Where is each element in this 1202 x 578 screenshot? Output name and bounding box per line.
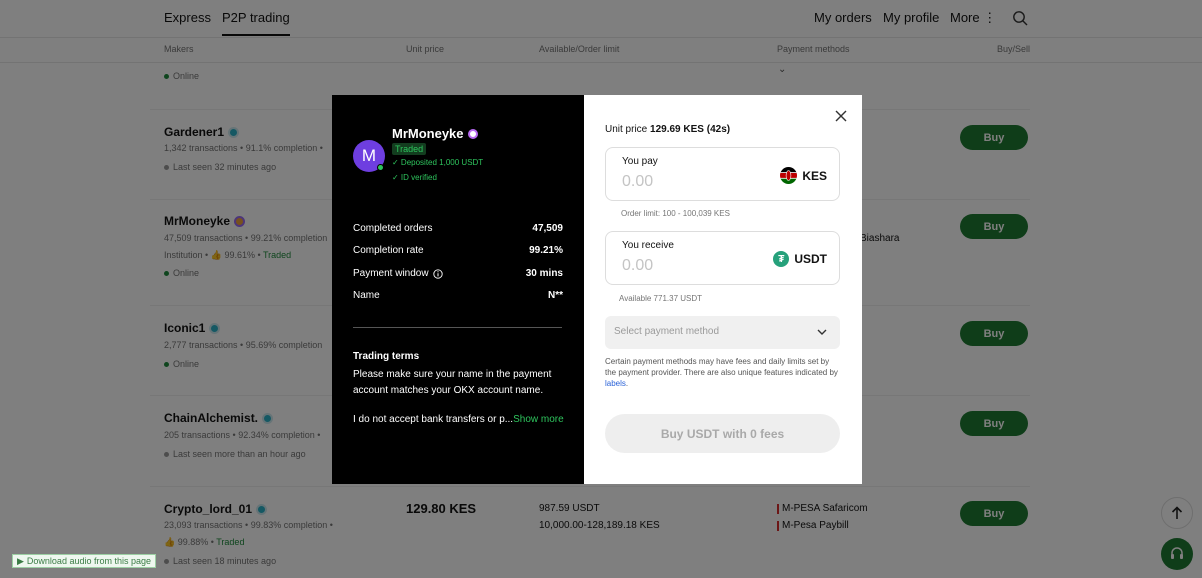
stat-label-text: Payment window [353, 268, 429, 279]
deposited-label: ✓ Deposited 1,000 USDT [392, 158, 484, 167]
payment-method-select[interactable]: Select payment method [605, 316, 840, 349]
receive-currency-code: USDT [794, 252, 827, 266]
stat-label: Completed orders [353, 223, 433, 234]
buy-usdt-button[interactable]: Buy USDT with 0 fees [605, 414, 840, 453]
note-end: . [625, 379, 629, 388]
id-verified-label: ✓ ID verified [392, 173, 437, 182]
you-pay-field[interactable]: You pay 0.00 KES [605, 147, 840, 201]
you-receive-input[interactable]: 0.00 [622, 257, 653, 275]
tether-icon: ₮ [773, 251, 790, 267]
terms-truncated-text: I do not accept bank transfers or p... [353, 414, 514, 425]
unit-price-label: Unit price [605, 124, 648, 135]
trading-terms-body: Please make sure your name in the paymen… [353, 369, 552, 396]
you-pay-input[interactable]: 0.00 [622, 173, 653, 191]
unit-price-value: 129.69 KES (42s) [650, 124, 731, 135]
you-receive-field[interactable]: You receive 0.00 ₮ USDT [605, 231, 840, 285]
available-balance-hint: Available 771.37 USDT [619, 294, 703, 303]
note-text: Certain payment methods may have fees an… [605, 357, 838, 377]
you-pay-label: You pay [622, 156, 658, 167]
traded-tag: Traded [392, 143, 427, 155]
stat-value: 99.21% [529, 245, 563, 256]
stat-value: N** [547, 290, 563, 301]
online-dot [377, 164, 384, 171]
stat-label: Completion rate [353, 245, 424, 256]
trading-terms-extra: I do not accept bank transfers or p...Sh… [353, 414, 564, 425]
you-receive-label: You receive [622, 240, 674, 251]
receive-currency: ₮ USDT [773, 251, 827, 267]
order-limit-hint: Order limit: 100 - 100,039 KES [621, 209, 730, 218]
stat-label: Name [353, 290, 380, 301]
download-audio-label: Download audio from this page [26, 556, 151, 566]
divider [353, 327, 562, 328]
maker-name: MrMoneyke [392, 126, 478, 141]
chevron-down-icon [817, 329, 827, 335]
download-audio-bar[interactable]: ▶ Download audio from this page [12, 554, 156, 568]
play-icon: ▶ [17, 555, 24, 566]
show-more-link[interactable]: Show more [513, 414, 564, 425]
stat-label-payment-window: Payment window [353, 268, 443, 279]
maker-info-panel: M MrMoneyke Traded ✓ Deposited 1,000 USD… [332, 95, 584, 484]
kenya-flag-icon [780, 167, 798, 184]
labels-link[interactable]: labels [605, 379, 626, 388]
trading-terms-title: Trading terms [353, 351, 420, 362]
info-icon[interactable] [432, 268, 443, 279]
buy-modal: M MrMoneyke Traded ✓ Deposited 1,000 USD… [332, 95, 862, 484]
close-icon[interactable] [834, 109, 848, 123]
pay-currency-code: KES [802, 168, 827, 183]
payment-note: Certain payment methods may have fees an… [605, 356, 840, 389]
select-placeholder: Select payment method [614, 326, 720, 337]
maker-name-text: MrMoneyke [392, 126, 464, 141]
institution-badge-icon [467, 128, 478, 139]
stat-value: 47,509 [532, 223, 563, 234]
stat-value: 30 mins [525, 268, 563, 279]
unit-price: Unit price 129.69 KES (42s) [605, 124, 730, 135]
order-form-panel: Unit price 129.69 KES (42s) You pay 0.00… [584, 95, 862, 484]
pay-currency: KES [780, 167, 827, 184]
